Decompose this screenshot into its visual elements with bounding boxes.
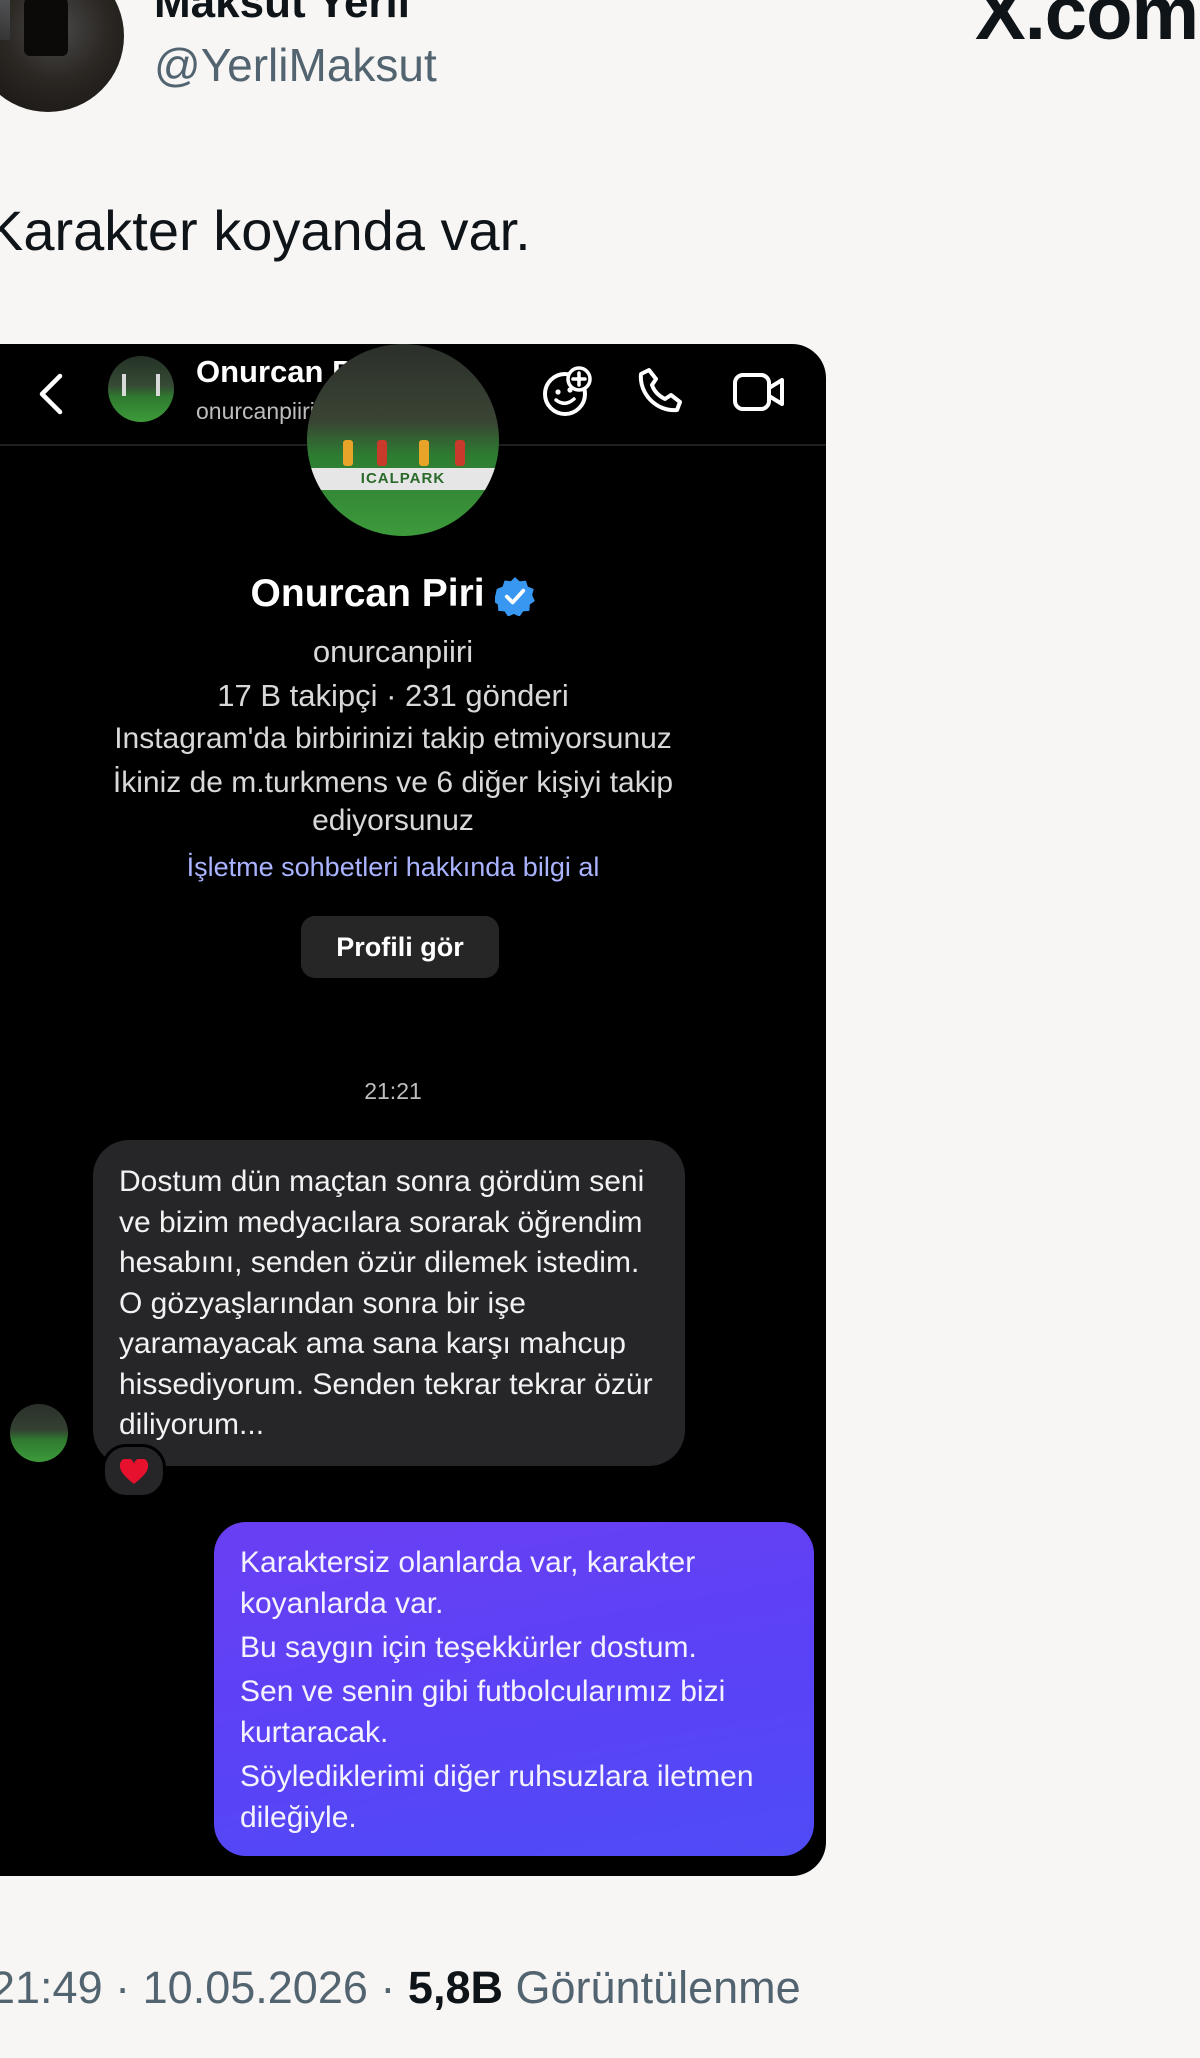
outgoing-line: Sen ve senin gibi futbolcularımız bizi k… bbox=[240, 1675, 726, 1749]
view-profile-button[interactable]: Profili gör bbox=[301, 916, 499, 978]
back-arrow-icon[interactable] bbox=[32, 372, 72, 416]
profile-username: onurcanpiiri bbox=[312, 634, 474, 669]
separator: · bbox=[380, 1962, 396, 2013]
header-avatar[interactable] bbox=[108, 356, 174, 422]
tweet-date[interactable]: 10.05.2026 bbox=[143, 1962, 368, 2013]
video-call-icon[interactable] bbox=[732, 370, 786, 414]
profile-name-text: Onurcan Piri bbox=[250, 572, 485, 615]
outgoing-line: Söylediklerimi diğer ruhsuzlara iletmen … bbox=[240, 1760, 754, 1834]
separator: · bbox=[115, 1962, 131, 2013]
follow-status: Instagram'da birbirinizi takip etmiyorsu… bbox=[114, 722, 672, 755]
profile-stats: 17 B takipçi · 231 gönderi bbox=[217, 678, 569, 713]
outgoing-message[interactable]: Karaktersiz olanlarda var, karakter koya… bbox=[214, 1522, 814, 1856]
heart-icon bbox=[119, 1458, 149, 1484]
verified-badge-icon bbox=[495, 576, 536, 616]
sticker-add-icon[interactable] bbox=[541, 366, 593, 418]
profile-name: Onurcan Piri bbox=[0, 572, 826, 616]
header-username: onurcanpiiri bbox=[196, 398, 315, 424]
mutual-followers: İkiniz de m.turkmens ve 6 diğer kişiyi t… bbox=[112, 766, 674, 837]
outgoing-line: Karaktersiz olanlarda var, karakter koya… bbox=[240, 1546, 696, 1620]
outgoing-line: Bu saygın için teşekkürler dostum. bbox=[240, 1631, 697, 1664]
business-chats-link[interactable]: İşletme sohbetleri hakkında bilgi al bbox=[0, 852, 826, 883]
views-count: 5,8B bbox=[407, 1962, 503, 2013]
author-name[interactable]: Maksut Yerli bbox=[154, 0, 410, 28]
phone-call-icon[interactable] bbox=[636, 366, 686, 416]
views-label: Görüntülenme bbox=[515, 1962, 801, 2013]
dm-screenshot: Onurcan Piri onurcanpiiri ICALPARK Onurc… bbox=[0, 344, 826, 1876]
profile-picture[interactable]: ICALPARK bbox=[307, 344, 499, 536]
pitch-board-text: ICALPARK bbox=[307, 468, 499, 490]
sender-avatar[interactable] bbox=[10, 1404, 68, 1462]
tweet-meta: 21:49 · 10.05.2026 · 5,8B Görüntülenme bbox=[0, 1962, 801, 2014]
tweet-time[interactable]: 21:49 bbox=[0, 1962, 103, 2013]
incoming-message[interactable]: Dostum dün maçtan sonra gördüm seni ve b… bbox=[93, 1140, 685, 1466]
heart-reaction[interactable] bbox=[102, 1444, 166, 1498]
author-handle[interactable]: @YerliMaksut bbox=[154, 38, 437, 92]
tweet-text: Karakter koyanda var. bbox=[0, 199, 531, 262]
message-timestamp: 21:21 bbox=[364, 1078, 422, 1104]
tweet-screenshot: Maksut Yerli @YerliMaksut X.com Karakter… bbox=[0, 0, 1200, 2058]
author-avatar[interactable] bbox=[0, 0, 124, 112]
x-com-watermark: X.com bbox=[975, 0, 1199, 56]
